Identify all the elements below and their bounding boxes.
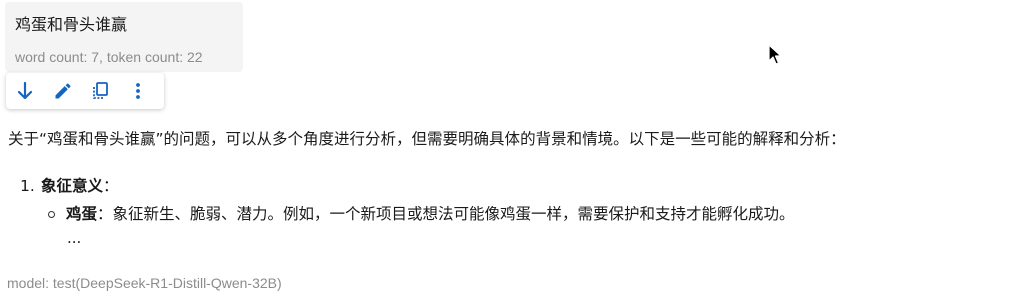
- bullet-item-text: ：象征新生、脆弱、潜力。例如，一个新项目或想法可能像鸡蛋一样，需要保护和支持才能…: [97, 205, 795, 223]
- more-vert-icon: [136, 83, 141, 99]
- list-item-suffix: ：: [103, 177, 119, 195]
- edit-icon: [55, 83, 71, 99]
- truncation-ellipsis: ...: [67, 229, 82, 247]
- bullet-list: 鸡蛋：象征新生、脆弱、潜力。例如，一个新项目或想法可能像鸡蛋一样，需要保护和支持…: [20, 203, 1008, 225]
- copy-button[interactable]: [89, 78, 113, 104]
- chat-page: 鸡蛋和骨头谁赢 word count: 7, token count: 22 关…: [0, 0, 1035, 300]
- user-message-bubble: 鸡蛋和骨头谁赢 word count: 7, token count: 22: [5, 2, 243, 72]
- download-button[interactable]: [13, 78, 37, 104]
- list-item: 1. 象征意义：: [20, 175, 1008, 197]
- list-number: 1.: [20, 177, 35, 195]
- model-info: model: test(DeepSeek-R1-Distill-Qwen-32B…: [7, 275, 282, 291]
- assistant-answer: 关于“鸡蛋和骨头谁赢”的问题，可以从多个角度进行分析，但需要明确具体的背景和情境…: [8, 128, 1008, 249]
- answer-intro: 关于“鸡蛋和骨头谁赢”的问题，可以从多个角度进行分析，但需要明确具体的背景和情境…: [8, 130, 846, 148]
- edit-button[interactable]: [51, 78, 75, 104]
- ordered-list: 1. 象征意义： 鸡蛋：象征新生、脆弱、潜力。例如，一个新项目或想法可能像鸡蛋一样…: [8, 175, 1008, 249]
- user-message-meta: word count: 7, token count: 22: [15, 49, 203, 65]
- user-message-text: 鸡蛋和骨头谁赢: [15, 15, 128, 34]
- bullet-item: 鸡蛋：象征新生、脆弱、潜力。例如，一个新项目或想法可能像鸡蛋一样，需要保护和支持…: [48, 203, 1008, 225]
- bullet-item-title: 鸡蛋: [66, 205, 98, 223]
- more-options-button[interactable]: [126, 78, 150, 104]
- mouse-cursor-icon: [768, 44, 782, 65]
- message-action-toolbar: [6, 73, 164, 109]
- copy-icon: [93, 82, 109, 99]
- list-item-title: 象征意义: [41, 177, 104, 195]
- download-icon: [17, 81, 32, 100]
- bullet-marker: [48, 211, 55, 218]
